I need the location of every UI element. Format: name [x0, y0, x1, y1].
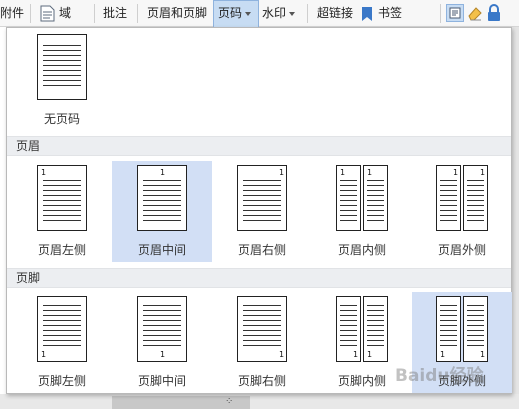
page-thumbnail-right: 1 — [363, 296, 388, 362]
page-number-marker: 1 — [453, 168, 459, 177]
page-number-marker: 1 — [279, 168, 285, 177]
footer-right-option[interactable]: 1 页脚右侧 — [212, 292, 312, 393]
footer-right-label: 页脚右侧 — [237, 374, 286, 388]
document-area — [512, 27, 519, 409]
page-thumbnail: 1 — [137, 296, 187, 362]
page-thumbnail-left: 1 — [336, 296, 361, 362]
chevron-down-icon — [245, 11, 252, 16]
footer-center-label: 页脚中间 — [137, 374, 186, 388]
header-right-label: 页眉右侧 — [237, 243, 286, 257]
page-thumbnail-left: 1 — [436, 296, 461, 362]
grip-icon: ⁘ — [225, 396, 234, 407]
document-icon — [40, 5, 55, 22]
page-number-marker: 1 — [480, 168, 486, 177]
attachment-label: 附件 — [0, 6, 25, 20]
baidu-watermark: Baidu经验 — [395, 366, 484, 386]
page-thumbnail: 1 — [37, 296, 87, 362]
field-button[interactable]: 域 — [40, 0, 71, 27]
page-number-dropdown: 无页码 页眉 1 页眉左侧 1 页眉中间 1 页眉右侧 1 1 页眉内侧 1 1… — [6, 27, 512, 394]
page-thumbnail-left: 1 — [336, 165, 361, 231]
page-number-marker: 1 — [367, 168, 373, 177]
ribbon-toolbar: 附件 域 批注 页眉和页脚 页码 水印 超链接 书签 — [0, 0, 519, 27]
toolbar-divider — [137, 4, 138, 23]
comment-label: 批注 — [103, 6, 128, 20]
header-inside-label: 页眉内侧 — [337, 243, 386, 257]
no-page-number-option[interactable]: 无页码 — [12, 30, 112, 131]
header-outside-label: 页眉外侧 — [437, 243, 486, 257]
lock-icon[interactable] — [487, 4, 501, 25]
footer-section-title: 页脚 — [7, 268, 511, 288]
page-number-marker: 1 — [353, 350, 359, 359]
page-number-marker: 1 — [160, 350, 166, 359]
header-outside-option[interactable]: 1 1 页眉外侧 — [412, 161, 512, 262]
toolbar-divider — [94, 4, 95, 23]
page-number-marker: 1 — [440, 350, 446, 359]
page-number-marker: 1 — [367, 350, 373, 359]
page-number-marker: 1 — [340, 168, 346, 177]
header-footer-button[interactable]: 页眉和页脚 — [147, 0, 207, 27]
header-left-label: 页眉左侧 — [37, 243, 86, 257]
bookmark-label: 书签 — [378, 6, 403, 20]
toolbar-divider — [30, 4, 31, 23]
eraser-icon[interactable] — [467, 5, 483, 24]
no-page-number-label: 无页码 — [43, 112, 80, 126]
page-thumbnail: 1 — [237, 165, 287, 231]
toolbar-divider — [307, 4, 308, 23]
page-number-marker: 1 — [160, 168, 166, 177]
page-thumbnail: 1 — [237, 296, 287, 362]
field-label: 域 — [59, 6, 72, 20]
attachment-button[interactable]: 附件 — [0, 0, 24, 27]
toolbar-divider — [440, 4, 441, 23]
watermark-button[interactable]: 水印 — [262, 0, 296, 27]
page-thumbnail: 1 — [37, 165, 87, 231]
page-thumbnail — [37, 34, 87, 100]
bookmark-button[interactable]: 书签 — [361, 0, 402, 27]
page-number-marker: 1 — [480, 350, 486, 359]
header-footer-label: 页眉和页脚 — [147, 6, 208, 20]
page-thumbnail: 1 — [137, 165, 187, 231]
header-center-option[interactable]: 1 页眉中间 — [112, 161, 212, 262]
page-thumbnail-left: 1 — [436, 165, 461, 231]
document-area-bottom: ⁘ — [0, 394, 519, 409]
footer-center-option[interactable]: 1 页脚中间 — [112, 292, 212, 393]
header-left-option[interactable]: 1 页眉左侧 — [12, 161, 112, 262]
page-number-marker: 1 — [41, 350, 47, 359]
page-thumbnail-right: 1 — [463, 296, 488, 362]
header-right-option[interactable]: 1 页眉右侧 — [212, 161, 312, 262]
page-number-label: 页码 — [218, 6, 243, 20]
hyperlink-label: 超链接 — [317, 6, 354, 20]
hyperlink-button[interactable]: 超链接 — [317, 0, 353, 27]
page-thumbnail-right: 1 — [363, 165, 388, 231]
page-number-button[interactable]: 页码 — [213, 0, 259, 27]
chevron-down-icon — [289, 11, 296, 16]
bookmark-icon — [362, 6, 372, 21]
page-number-marker: 1 — [41, 168, 47, 177]
footer-left-label: 页脚左侧 — [37, 374, 86, 388]
footer-left-option[interactable]: 1 页脚左侧 — [12, 292, 112, 393]
comment-button[interactable]: 批注 — [103, 0, 127, 27]
header-inside-option[interactable]: 1 1 页眉内侧 — [312, 161, 412, 262]
page-thumbnail-right: 1 — [463, 165, 488, 231]
form-field-icon[interactable] — [446, 4, 464, 25]
header-center-label: 页眉中间 — [137, 243, 186, 257]
watermark-label: 水印 — [262, 6, 287, 20]
header-section-title: 页眉 — [7, 136, 511, 156]
page-number-marker: 1 — [279, 350, 285, 359]
